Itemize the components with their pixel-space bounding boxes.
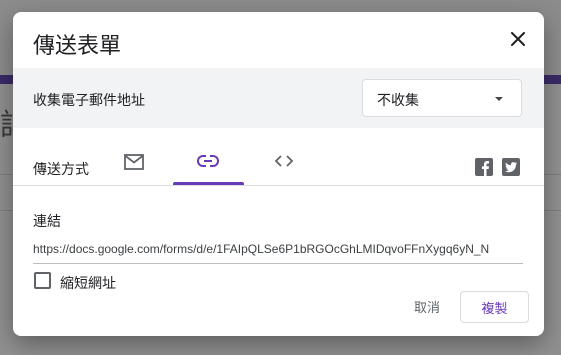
tab-link[interactable] (173, 154, 243, 184)
send-form-dialog: 傳送表單 收集電子郵件地址 不收集 傳送方式 連結 https://docs.g… (13, 12, 544, 336)
copy-button[interactable]: 複製 (460, 291, 529, 323)
collect-email-selected-value: 不收集 (377, 92, 419, 108)
close-icon (511, 32, 525, 46)
cancel-button[interactable]: 取消 (402, 291, 452, 321)
link-heading: 連結 (33, 213, 61, 229)
embed-code-icon (274, 155, 294, 167)
send-via-label: 傳送方式 (33, 161, 89, 177)
active-tab-indicator (173, 182, 244, 185)
link-icon (197, 155, 219, 167)
dropdown-arrow-icon (495, 97, 503, 101)
collect-email-select[interactable]: 不收集 (362, 79, 522, 117)
facebook-icon (482, 161, 490, 176)
tab-embed[interactable] (249, 154, 319, 184)
dialog-title: 傳送表單 (33, 33, 122, 58)
tab-email[interactable] (99, 154, 169, 184)
shorten-url-checkbox[interactable] (34, 272, 51, 289)
twitter-share-button[interactable] (502, 158, 520, 176)
form-url-field[interactable]: https://docs.google.com/forms/d/e/1FAIpQ… (33, 242, 523, 264)
collect-email-label: 收集電子郵件地址 (33, 92, 145, 108)
collect-email-row: 收集電子郵件地址 不收集 (13, 68, 544, 128)
close-button[interactable] (505, 26, 531, 52)
shorten-url-label[interactable]: 縮短網址 (60, 273, 116, 293)
facebook-share-button[interactable] (475, 158, 493, 176)
send-via-row: 傳送方式 (13, 128, 544, 186)
email-icon (124, 154, 144, 170)
twitter-icon (505, 162, 518, 173)
